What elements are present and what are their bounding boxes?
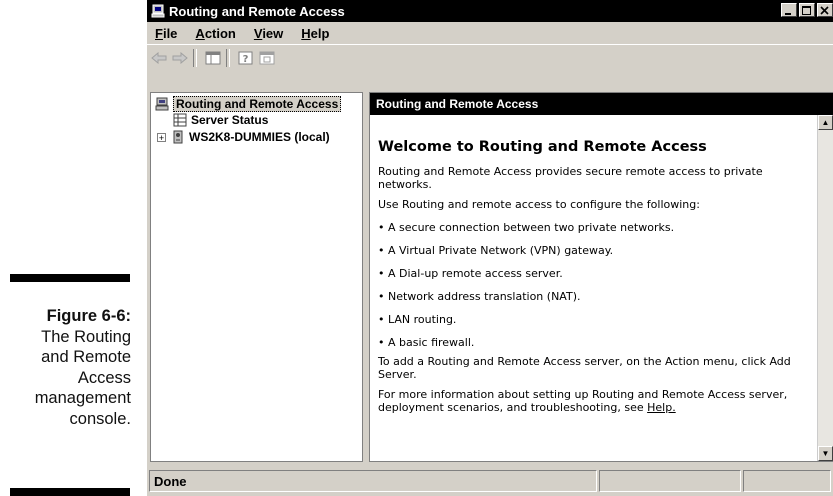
status-panel bbox=[599, 470, 741, 492]
title-bar[interactable]: Routing and Remote Access bbox=[147, 0, 833, 22]
svg-text:?: ? bbox=[243, 54, 249, 65]
figure-top-rule bbox=[10, 274, 130, 282]
vertical-scrollbar[interactable]: ▲ ▼ bbox=[817, 115, 833, 461]
caption-line: Access bbox=[77, 368, 131, 387]
tree-root-label: Routing and Remote Access bbox=[173, 96, 342, 112]
figure-caption: Figure 6-6: The Routing and Remote Acces… bbox=[0, 306, 131, 429]
tree-root[interactable]: Routing and Remote Access bbox=[155, 96, 342, 112]
status-text: Done bbox=[149, 470, 597, 492]
console-tree: Routing and Remote Access Server Status … bbox=[150, 92, 363, 462]
status-bar: Done bbox=[147, 466, 833, 496]
more-info-text: For more information about setting up Ro… bbox=[378, 388, 810, 414]
toolbar-separator bbox=[226, 49, 230, 67]
server-icon bbox=[171, 130, 185, 144]
intro-text: Routing and Remote Access provides secur… bbox=[378, 165, 763, 191]
expand-icon[interactable]: + bbox=[157, 132, 166, 142]
server-status-icon bbox=[173, 113, 187, 127]
tree-item-ws2k8[interactable]: + WS2K8-DUMMIES (local) bbox=[157, 129, 330, 145]
tree-item-label: Server Status bbox=[191, 113, 269, 127]
status-panel bbox=[743, 470, 831, 492]
figure-number: Figure 6-6: bbox=[46, 307, 131, 325]
tree-item-server-status[interactable]: Server Status bbox=[173, 112, 268, 128]
forward-arrow-icon[interactable] bbox=[171, 49, 189, 67]
caption-line: The Routing bbox=[41, 327, 131, 346]
toolbar: ? bbox=[147, 44, 833, 71]
rras-window: Routing and Remote Access File Action Vi… bbox=[145, 0, 833, 496]
menu-help[interactable]: Help bbox=[292, 26, 338, 41]
help-icon[interactable]: ? bbox=[237, 49, 255, 67]
add-server-text: To add a Routing and Remote Access serve… bbox=[378, 355, 791, 381]
feature-bullet: A basic firewall. bbox=[378, 336, 810, 349]
caption-line: management bbox=[34, 389, 131, 407]
details-pane: Routing and Remote Access Welcome to Rou… bbox=[369, 92, 833, 462]
maximize-icon[interactable] bbox=[799, 3, 815, 17]
scroll-up-icon[interactable]: ▲ bbox=[818, 115, 833, 130]
toolbar-separator bbox=[193, 49, 197, 67]
details-header: Routing and Remote Access bbox=[370, 93, 833, 115]
figure-bottom-rule bbox=[10, 488, 130, 496]
server-icon bbox=[151, 4, 165, 18]
caption-line: and Remote bbox=[41, 348, 131, 366]
console-tree-icon[interactable] bbox=[258, 49, 276, 67]
menu-bar: File Action View Help bbox=[147, 22, 833, 44]
tree-item-label: WS2K8-DUMMIES (local) bbox=[189, 130, 330, 144]
server-icon bbox=[155, 97, 169, 111]
use-line: Use Routing and remote access to configu… bbox=[378, 198, 700, 211]
more-info-body: For more information about setting up Ro… bbox=[378, 388, 788, 414]
menu-file[interactable]: File bbox=[147, 26, 186, 41]
welcome-title: Welcome to Routing and Remote Access bbox=[378, 139, 707, 155]
menu-action[interactable]: Action bbox=[186, 26, 244, 41]
feature-bullet: LAN routing. bbox=[378, 313, 810, 326]
menu-view[interactable]: View bbox=[245, 26, 292, 41]
feature-bullet: A Virtual Private Network (VPN) gateway. bbox=[378, 244, 810, 257]
window-title: Routing and Remote Access bbox=[169, 3, 345, 19]
caption-line: console. bbox=[69, 409, 131, 428]
help-link[interactable]: Help. bbox=[647, 401, 676, 414]
show-hide-tree-icon[interactable] bbox=[204, 49, 222, 67]
feature-bullet: Network address translation (NAT). bbox=[378, 290, 810, 303]
welcome-content: Welcome to Routing and Remote Access Rou… bbox=[378, 121, 810, 421]
feature-bullet: A Dial-up remote access server. bbox=[378, 267, 810, 280]
feature-bullet: A secure connection between two private … bbox=[378, 221, 810, 234]
scroll-down-icon[interactable]: ▼ bbox=[818, 446, 833, 461]
close-icon[interactable] bbox=[817, 3, 833, 17]
minimize-icon[interactable] bbox=[781, 3, 797, 17]
back-arrow-icon[interactable] bbox=[150, 49, 168, 67]
